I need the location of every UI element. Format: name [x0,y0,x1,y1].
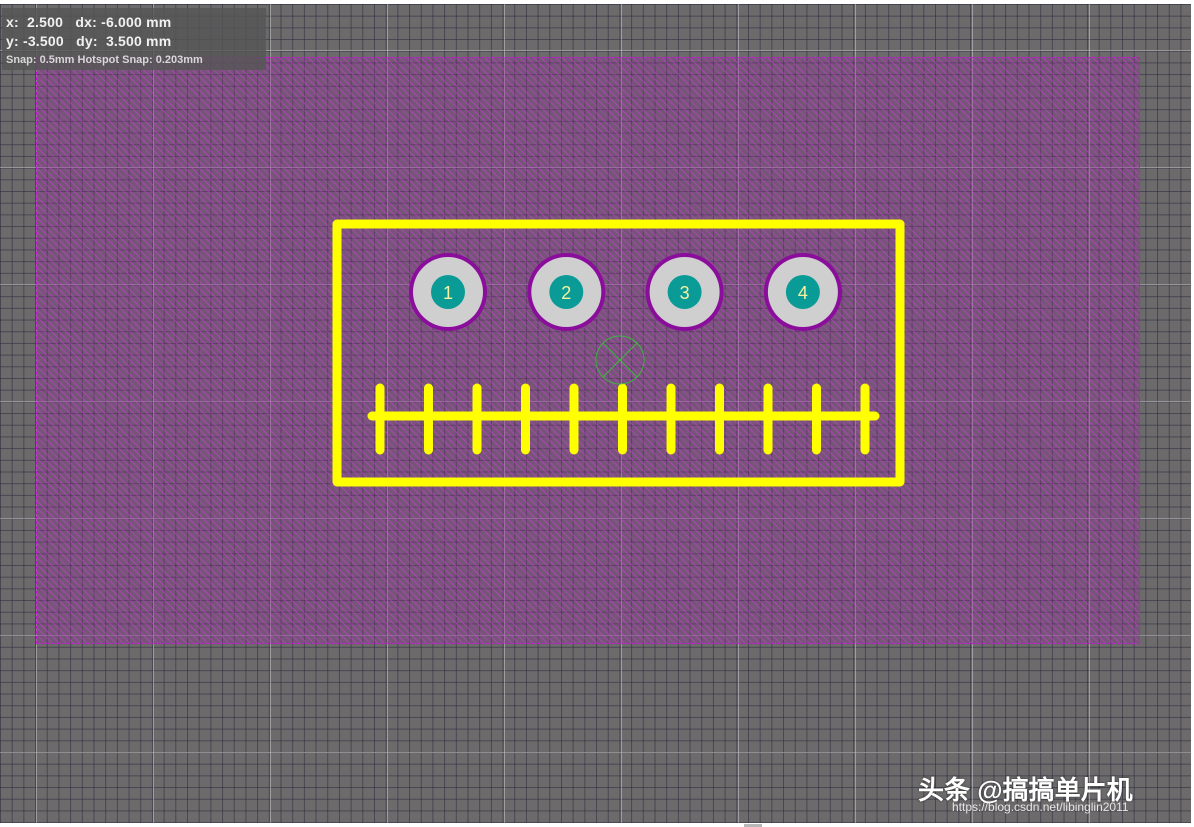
origin-marker-icon [595,335,645,385]
pad-2[interactable]: 2 [527,253,606,331]
y-value: -3.500 [22,33,64,49]
watermark-url: https://blog.csdn.net/libinglin2011 [952,800,1129,814]
pad-3[interactable]: 3 [645,253,724,331]
pad-4[interactable]: 4 [763,253,842,331]
x-label: x: [6,14,19,30]
y-label: y: [6,33,19,49]
dy-value: 3.500 mm [105,33,172,49]
pcb-canvas[interactable]: 1 2 3 4 x: 2.500 dx: -6.000 mm y: -3.500 dy… [0,4,1191,823]
dx-label: dx: [75,14,97,30]
pad-1[interactable]: 1 [409,253,487,331]
readout-y-row: y: -3.500 dy: 3.500 mm [6,33,171,49]
pad-number: 2 [561,283,571,303]
footprint-layer: 1 2 3 4 [332,219,905,487]
pad-number: 4 [798,283,808,303]
pad-number: 1 [443,283,453,303]
pad-number: 3 [680,283,690,303]
pads-group: 1 2 3 4 [409,253,842,331]
coordinate-readout: x: 2.500 dx: -6.000 mm y: -3.500 dy: 3.5… [2,8,266,70]
x-value: 2.500 [27,14,64,30]
dy-label: dy: [76,33,98,49]
snap-info: Snap: 0.5mm Hotspot Snap: 0.203mm [6,54,203,66]
dx-value: -6.000 mm [101,14,172,30]
readout-x-row: x: 2.500 dx: -6.000 mm [6,14,171,30]
